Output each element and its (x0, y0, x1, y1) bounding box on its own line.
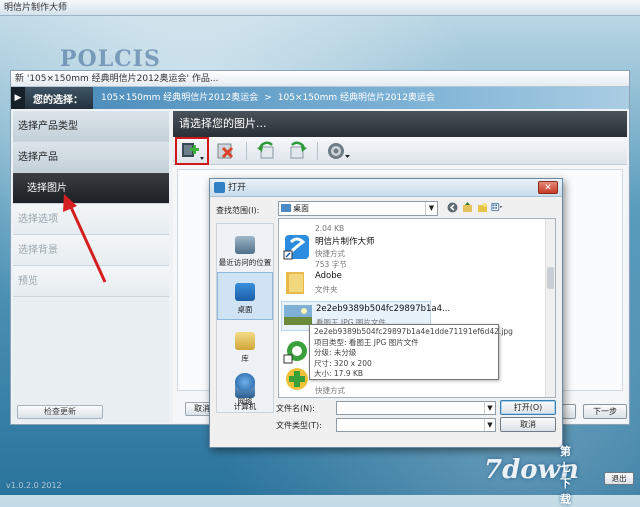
app-title-bar: 明信片制作大师 (0, 0, 640, 16)
exit-button[interactable]: 退出 (604, 472, 634, 485)
place-library[interactable]: 库 (217, 320, 273, 368)
tooltip-type: 项目类型: 看图王 JPG 图片文件 (314, 337, 419, 347)
file-name: Adobe (315, 271, 342, 281)
version-text: v1.0.2.0 2012 (6, 481, 62, 490)
file-meta: 快捷方式 (315, 249, 345, 258)
step-select-image[interactable]: 选择图片 (13, 173, 169, 204)
file-info-tooltip: 2e2eb9389b504fc29897b1a4e1dde71191ef6d42… (309, 324, 513, 380)
file-list-scrollbar[interactable] (545, 219, 555, 397)
toolbar-separator (317, 141, 318, 160)
filename-label: 文件名(N): (276, 404, 315, 413)
file-name: 明信片制作大师 (315, 237, 375, 247)
play-arrow-icon: ▶ (11, 87, 25, 109)
recent-places-icon (235, 236, 255, 254)
dialog-title-bar: 打开 ✕ (210, 179, 562, 197)
up-folder-icon[interactable] (461, 201, 473, 213)
back-icon[interactable] (446, 201, 458, 213)
background-logo: POLCIS (60, 46, 161, 72)
filetype-select[interactable]: ▼ (336, 418, 496, 432)
rotate-left-button[interactable] (254, 140, 280, 162)
place-recent[interactable]: 最近访问的位置 (217, 224, 273, 272)
browser-icon (283, 341, 307, 364)
place-desktop[interactable]: 桌面 (217, 272, 273, 320)
add-image-icon (182, 142, 204, 160)
file-meta: 2.04 KB (315, 224, 345, 233)
wizard-steps-sidebar: 选择产品类型 选择产品 选择图片 选择选项 选择背景 预览 检查更新 (13, 111, 169, 423)
filetype-label: 文件类型(T): (276, 421, 322, 430)
library-icon (235, 332, 255, 350)
place-label: 网络 (237, 397, 253, 406)
dialog-cancel-button[interactable]: 取消 (500, 417, 556, 432)
dialog-nav-icons (446, 201, 503, 213)
chevron-down-icon[interactable]: ▼ (484, 402, 495, 414)
look-in-label: 查找范围(I): (216, 205, 260, 215)
look-in-select[interactable]: 桌面 ▼ (278, 201, 438, 216)
toolbar-separator (246, 141, 247, 160)
list-item[interactable]: 明信片制作大师 快捷方式 753 字节 (281, 233, 441, 269)
panel-header: 请选择您的图片... (173, 111, 627, 137)
previous-button-partial[interactable] (562, 404, 576, 419)
step-preview: 预览 (13, 266, 169, 297)
breadcrumb-item[interactable]: 105×150mm 经典明信片2012奥运会 (278, 93, 435, 103)
step-select-background: 选择背景 (13, 235, 169, 266)
tooltip-dimensions: 尺寸: 320 x 200 (314, 358, 372, 368)
rotate-left-icon (257, 141, 274, 158)
dialog-title: 打开 (228, 183, 247, 193)
breadcrumb-separator: > (264, 93, 272, 103)
filename-input[interactable]: ▼ (336, 401, 496, 415)
file-meta: 快捷方式 (315, 386, 345, 395)
open-button[interactable]: 打开(O) (500, 400, 556, 415)
file-meta: 文件夹 (315, 285, 338, 294)
place-label: 最近访问的位置 (218, 258, 272, 267)
step-select-product[interactable]: 选择产品 (13, 142, 169, 173)
rotate-right-button[interactable] (284, 140, 310, 162)
new-folder-icon[interactable] (476, 201, 488, 213)
close-button[interactable]: ✕ (538, 181, 558, 194)
scrollbar-thumb[interactable] (547, 267, 554, 289)
list-item[interactable]: Adobe 文件夹 (281, 269, 441, 299)
app-shortcut-icon (283, 235, 309, 260)
view-menu-icon[interactable] (491, 201, 503, 213)
image-toolbar (173, 136, 627, 165)
step-select-options: 选择选项 (13, 204, 169, 235)
look-in-value: 桌面 (293, 204, 309, 213)
step-select-product-type[interactable]: 选择产品类型 (13, 111, 169, 142)
watermark-cn: 第七下载 (560, 445, 571, 506)
tooltip-size: 大小: 17.9 KB (314, 369, 364, 378)
tooltip-filename: 2e2eb9389b504fc29897b1a4e1dde71191ef6d42… (314, 327, 513, 336)
add-image-button[interactable] (175, 136, 209, 165)
place-network[interactable]: 网络 (222, 373, 268, 407)
wizard-title: 新 '105×150mm 经典明信片2012奥运会' 作品... (11, 71, 629, 87)
folder-icon (286, 272, 304, 294)
app-icon (214, 182, 225, 193)
settings-button[interactable] (325, 140, 351, 162)
remove-image-icon (217, 143, 234, 158)
breadcrumb: ▶ 您的选择： 105×150mm 经典明信片2012奥运会 >105×150mm… (11, 87, 629, 109)
place-label: 桌面 (237, 305, 253, 314)
remove-image-button[interactable] (213, 140, 239, 162)
app-title: 明信片制作大师 (4, 3, 68, 13)
site-watermark: 7down 第七下载 (484, 445, 579, 506)
chevron-down-icon: ▼ (425, 202, 437, 215)
open-file-dialog: 打开 ✕ 查找范围(I): 桌面 ▼ 最近访问的位置 桌面 库 计算机 网络 2… (209, 178, 563, 448)
breadcrumb-item[interactable]: 105×150mm 经典明信片2012奥运会 (101, 93, 258, 103)
next-step-button[interactable]: 下一步 (583, 404, 627, 419)
chevron-down-icon[interactable]: ▼ (484, 419, 495, 431)
network-icon (235, 373, 255, 391)
tooltip-rating: 分级: 未分级 (314, 348, 357, 357)
desktop-folder-icon (281, 204, 291, 212)
place-label: 库 (241, 354, 249, 363)
check-update-button[interactable]: 检查更新 (17, 405, 103, 419)
breadcrumb-label: 您的选择： (33, 94, 83, 106)
breadcrumb-path: 105×150mm 经典明信片2012奥运会 >105×150mm 经典明信片20… (93, 87, 629, 109)
desktop-icon (235, 283, 255, 301)
plus-app-icon (286, 368, 308, 390)
image-thumbnail-icon (284, 305, 312, 325)
rotate-right-icon (290, 141, 307, 158)
settings-icon (328, 142, 350, 159)
file-name: 2e2eb9389b504fc29897b1a4... (316, 304, 451, 314)
